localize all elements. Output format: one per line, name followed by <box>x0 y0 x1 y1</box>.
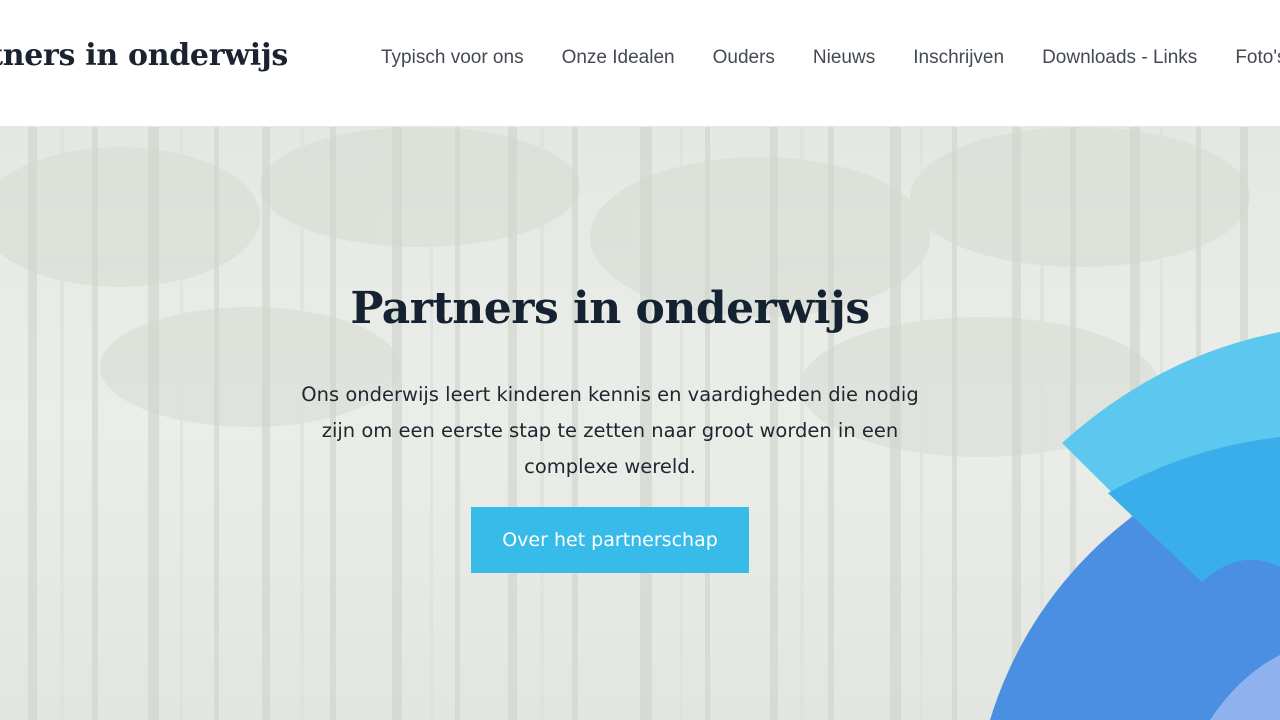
nav-item-onze-idealen[interactable]: Onze Idealen <box>562 47 675 69</box>
hero-description: Ons onderwijs leert kinderen kennis en v… <box>301 383 919 479</box>
site-title[interactable]: Partners in onderwijs <box>0 38 288 73</box>
hero-title: Partners in onderwijs <box>350 283 870 334</box>
nav-item-inschrijven[interactable]: Inschrijven <box>913 47 1004 69</box>
nav-item-downloads-links[interactable]: Downloads - Links <box>1042 47 1197 69</box>
hero-content: Partners in onderwijs Ons onderwijs leer… <box>300 127 920 574</box>
site-header: Partners in onderwijs Typisch voor ons O… <box>0 0 1280 127</box>
main-nav: Typisch voor ons Onze Idealen Ouders Nie… <box>381 47 1280 69</box>
over-het-partnerschap-button[interactable]: Over het partnerschap <box>471 507 749 574</box>
nav-item-nieuws[interactable]: Nieuws <box>813 47 875 69</box>
nav-item-fotos[interactable]: Foto's <box>1235 47 1280 69</box>
nav-item-typisch-voor-ons[interactable]: Typisch voor ons <box>381 47 524 69</box>
nav-item-ouders[interactable]: Ouders <box>713 47 775 69</box>
hero-section: Partners in onderwijs Ons onderwijs leer… <box>0 127 1280 720</box>
